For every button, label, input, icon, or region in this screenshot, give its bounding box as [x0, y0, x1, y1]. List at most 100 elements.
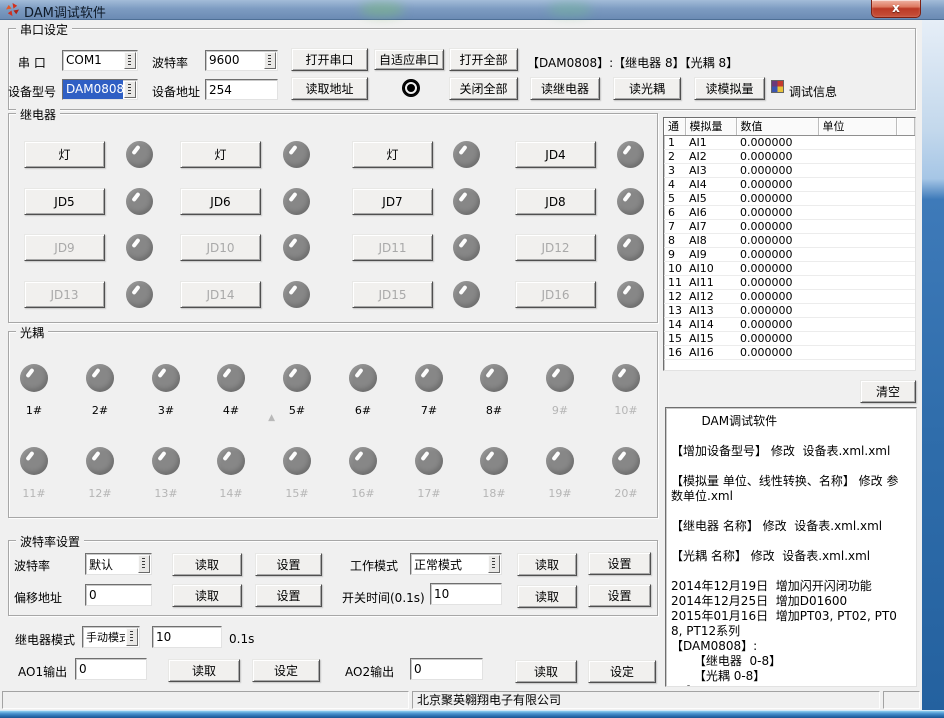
relay-button-13[interactable]: JD13 [24, 281, 105, 308]
work-read-button[interactable]: 读取 [517, 553, 577, 576]
relay-button-14[interactable]: JD14 [180, 281, 261, 308]
dropdown-button[interactable] [124, 52, 136, 69]
opto-led-8 [480, 364, 508, 392]
serial-port-select[interactable]: COM1 [62, 50, 138, 71]
dropdown-button[interactable] [488, 555, 500, 573]
close-all-button[interactable]: 关闭全部 [449, 77, 518, 100]
relay-button-1[interactable]: 灯 [24, 141, 105, 168]
table-row[interactable]: 15AI150.000000 [664, 331, 915, 345]
table-header-cell[interactable]: 数值 [736, 118, 818, 135]
opto-led-3 [152, 364, 180, 392]
read-relay-button[interactable]: 读继电器 [530, 77, 600, 100]
clear-button[interactable]: 清空 [860, 380, 916, 403]
table-header-cell[interactable] [896, 118, 915, 135]
ao1-read-button[interactable]: 读取 [168, 659, 240, 682]
offset-set-button[interactable]: 设置 [255, 584, 322, 607]
ao1-input[interactable] [75, 658, 147, 680]
baud-select[interactable]: 9600 [205, 50, 278, 71]
table-cell: 7 [664, 219, 685, 233]
table-row[interactable]: 5AI50.000000 [664, 191, 915, 205]
opto-led-9 [546, 364, 574, 392]
table-cell: 1 [664, 135, 685, 149]
dropdown-button[interactable] [124, 81, 136, 98]
relay-button-12[interactable]: JD12 [515, 234, 596, 261]
relay-button-8[interactable]: JD8 [515, 188, 596, 215]
dropdown-button[interactable] [264, 52, 276, 69]
table-cell: AI7 [685, 219, 736, 233]
table-cell [818, 261, 896, 275]
opto-led-12 [86, 447, 114, 475]
table-row[interactable]: 11AI110.000000 [664, 275, 915, 289]
relay-time-input[interactable] [152, 626, 222, 648]
relay-button-10[interactable]: JD10 [180, 234, 261, 261]
baud-set-button[interactable]: 设置 [255, 553, 322, 576]
baud-read-button[interactable]: 读取 [172, 553, 242, 576]
table-row[interactable]: 4AI40.000000 [664, 177, 915, 191]
table-cell: 0.000000 [736, 247, 818, 261]
dropdown-button[interactable] [126, 628, 138, 646]
work-mode-select[interactable]: 正常模式 [410, 553, 502, 575]
table-header-cell[interactable]: 通 [664, 118, 685, 135]
table-row[interactable]: 6AI60.000000 [664, 205, 915, 219]
ao2-set-button[interactable]: 设定 [588, 660, 656, 683]
switch-read-button[interactable]: 读取 [517, 585, 577, 608]
analog-table[interactable]: 通模拟量数值单位 1AI10.0000002AI20.0000003AI30.0… [663, 117, 916, 371]
table-cell [818, 345, 896, 359]
table-row[interactable]: 13AI130.000000 [664, 303, 915, 317]
auto-port-button[interactable]: 自适应串口 [374, 49, 444, 70]
table-header-cell[interactable]: 单位 [818, 118, 896, 135]
ao2-input[interactable] [410, 658, 483, 680]
relay-button-11[interactable]: JD11 [352, 234, 433, 261]
offset-read-button[interactable]: 读取 [172, 584, 242, 607]
scroll-up-icon[interactable]: ▲ [268, 413, 275, 423]
relay-button-16[interactable]: JD16 [515, 281, 596, 308]
address-input[interactable] [205, 79, 278, 100]
table-row[interactable]: 1AI10.000000 [664, 135, 915, 149]
table-row[interactable]: 8AI80.000000 [664, 233, 915, 247]
table-header-cell[interactable]: 模拟量 [685, 118, 736, 135]
table-cell [818, 177, 896, 191]
ao1-set-button[interactable]: 设定 [252, 659, 320, 682]
relay-mode-select[interactable]: 手动模式 [82, 626, 140, 648]
table-cell [818, 303, 896, 317]
baud2-select[interactable]: 默认 [85, 553, 152, 575]
read-address-button[interactable]: 读取地址 [291, 77, 368, 100]
table-row[interactable]: 16AI160.000000 [664, 345, 915, 359]
table-row[interactable]: 7AI70.000000 [664, 219, 915, 233]
close-button[interactable]: x [871, 0, 921, 18]
open-all-button[interactable]: 打开全部 [449, 48, 518, 71]
table-row[interactable]: 12AI120.000000 [664, 289, 915, 303]
relay-button-15[interactable]: JD15 [352, 281, 433, 308]
table-row[interactable]: 14AI140.000000 [664, 317, 915, 331]
offset-input[interactable] [85, 584, 152, 606]
relay-button-9[interactable]: JD9 [24, 234, 105, 261]
table-cell: 0.000000 [736, 331, 818, 345]
table-row[interactable]: 9AI90.000000 [664, 247, 915, 261]
table-cell: 0.000000 [736, 261, 818, 275]
opto-led-17 [415, 447, 443, 475]
log-textarea[interactable]: DAM调试软件 【增加设备型号】 修改 设备表.xml.xml 【模拟量 单位、… [665, 407, 917, 687]
table-header-row[interactable]: 通模拟量数值单位 [664, 118, 915, 135]
table-cell: 0.000000 [736, 289, 818, 303]
relay-button-5[interactable]: JD5 [24, 188, 105, 215]
switch-time-input[interactable] [430, 583, 502, 605]
debug-info-icon[interactable] [771, 80, 784, 93]
table-row[interactable]: 10AI100.000000 [664, 261, 915, 275]
work-set-button[interactable]: 设置 [588, 552, 651, 575]
relay-button-6[interactable]: JD6 [180, 188, 261, 215]
ao2-read-button[interactable]: 读取 [515, 660, 577, 683]
dropdown-button[interactable] [138, 555, 150, 573]
model-select[interactable]: DAM0808 [62, 79, 138, 100]
table-row[interactable]: 3AI30.000000 [664, 163, 915, 177]
switch-set-button[interactable]: 设置 [588, 584, 651, 607]
relay-button-3[interactable]: 灯 [352, 141, 433, 168]
table-row[interactable] [664, 359, 915, 371]
table-row[interactable]: 2AI20.000000 [664, 149, 915, 163]
table-cell: 0.000000 [736, 219, 818, 233]
relay-button-2[interactable]: 灯 [180, 141, 261, 168]
relay-button-4[interactable]: JD4 [515, 141, 596, 168]
read-analog-button[interactable]: 读模拟量 [694, 77, 765, 100]
relay-button-7[interactable]: JD7 [352, 188, 433, 215]
read-opto-button[interactable]: 读光耦 [613, 77, 681, 100]
open-port-button[interactable]: 打开串口 [291, 48, 368, 71]
